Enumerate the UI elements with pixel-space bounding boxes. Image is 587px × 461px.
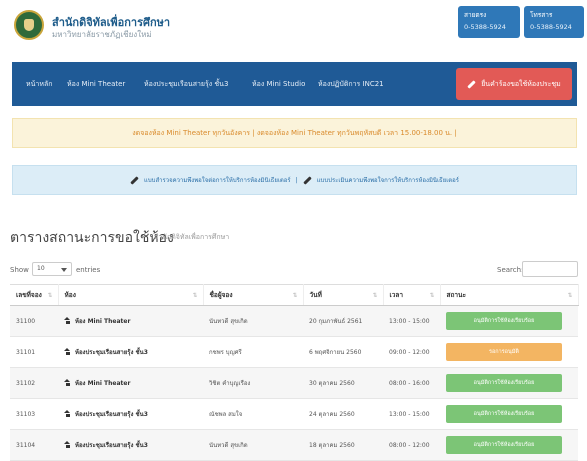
book-room-label: ยื่นคำร้องขอใช้ห้องประชุม bbox=[481, 79, 561, 88]
contact-fax-number: 0-5388-5924 bbox=[530, 23, 572, 31]
status-cell: อนุมัติการใช้ห้องเรียบร้อย bbox=[440, 398, 578, 430]
room-cell: ห้องประชุมเรือนสายรุ้ง ชั้น3 bbox=[58, 336, 203, 368]
contact-phone-button[interactable]: สายตรง 0-5388-5924 bbox=[458, 6, 520, 38]
booking-id: 31100 bbox=[10, 305, 58, 337]
contact-fax-button[interactable]: โทรสาร 0-5388-5924 bbox=[524, 6, 584, 38]
room-cell: ห้องประชุมเรือนสายรุ้ง ชั้น3 bbox=[58, 398, 203, 430]
search-label: Search: bbox=[497, 266, 524, 274]
entries-per-page-value: 10 bbox=[37, 265, 45, 272]
sort-icon: ⇅ bbox=[567, 292, 573, 299]
requester-name: ณัชพล สมใจ bbox=[203, 398, 303, 430]
nav-meeting-room[interactable]: ห้องประชุมเรือนสายรุ้ง ชั้น3 bbox=[144, 79, 228, 90]
status-cell: อนุมัติการใช้ห้องเรียบร้อย bbox=[440, 367, 578, 399]
column-header-name[interactable]: ชื่อผู้จอง ⇅ bbox=[203, 284, 304, 306]
booking-date: 24 ตุลาคม 2560 bbox=[303, 398, 383, 430]
requester-name: นันทวดี สุขเกิด bbox=[203, 305, 303, 337]
survey-link[interactable]: แบบสำรวจความพึงพอใจต่อการให้บริการห้องมิ… bbox=[144, 175, 291, 185]
room-cell: ห้อง Mini Theater bbox=[58, 367, 203, 399]
warning-alert-text: งดจองห้อง Mini Theater ทุกวันอังคาร | งด… bbox=[132, 128, 457, 137]
sort-icon: ⇅ bbox=[372, 292, 378, 299]
booking-status-table: เลขที่จอง ⇅ ห้อง ⇅ ชื่อผู้จอง ⇅ วันที่ ⇅ เวล… bbox=[10, 284, 579, 461]
pencil-icon bbox=[130, 175, 139, 185]
booking-id: 31104 bbox=[10, 429, 58, 461]
booking-id: 31102 bbox=[10, 367, 58, 399]
booking-time: 08:00 - 12:00 bbox=[383, 429, 440, 461]
status-badge[interactable]: รอการอนุมัติ bbox=[446, 343, 562, 361]
contact-phone-label: สายตรง bbox=[464, 11, 487, 19]
sort-icon: ⇅ bbox=[429, 292, 435, 299]
university-logo-icon[interactable] bbox=[14, 10, 44, 40]
table-header-row: เลขที่จอง ⇅ ห้อง ⇅ ชื่อผู้จอง ⇅ วันที่ ⇅ เวล… bbox=[10, 284, 579, 306]
booking-id: 31103 bbox=[10, 398, 58, 430]
entries-label: entries bbox=[76, 266, 101, 274]
status-badge[interactable]: อนุมัติการใช้ห้องเรียบร้อย bbox=[446, 312, 562, 330]
home-icon bbox=[64, 410, 71, 417]
pencil-icon bbox=[467, 79, 476, 89]
page-subtitle: สำนักดิจิทัลเพื่อการศึกษา bbox=[154, 233, 230, 241]
booking-time: 13:00 - 15:00 bbox=[383, 398, 440, 430]
home-icon bbox=[64, 348, 71, 355]
booking-date: 20 กุมภาพันธ์ 2561 bbox=[303, 305, 383, 337]
top-header: สำนักดิจิทัลเพื่อการศึกษา มหาวิทยาลัยราช… bbox=[0, 0, 587, 62]
requester-name: นันทวดี สุขเกิด bbox=[203, 429, 303, 461]
info-alert: แบบสำรวจความพึงพอใจต่อการให้บริการห้องมิ… bbox=[12, 165, 577, 195]
status-badge[interactable]: อนุมัติการใช้ห้องเรียบร้อย bbox=[446, 374, 562, 392]
column-header-status[interactable]: สถานะ ⇅ bbox=[440, 284, 579, 306]
info-separator: | bbox=[295, 176, 298, 184]
table-row[interactable]: 31104 ห้องประชุมเรือนสายรุ้ง ชั้น3 นันทว… bbox=[10, 429, 578, 461]
booking-time: 09:00 - 12:00 bbox=[383, 336, 440, 368]
nav-home[interactable]: หน้าหลัก bbox=[26, 79, 52, 90]
booking-time: 08:00 - 16:00 bbox=[383, 367, 440, 399]
column-header-id[interactable]: เลขที่จอง ⇅ bbox=[10, 284, 59, 306]
contact-fax-label: โทรสาร bbox=[530, 11, 553, 19]
requester-name: วิชิต คำบุญเรือง bbox=[203, 367, 303, 399]
contact-phone-number: 0-5388-5924 bbox=[464, 23, 506, 31]
status-cell: รอการอนุมัติ bbox=[440, 336, 578, 368]
table-row[interactable]: 31101 ห้องประชุมเรือนสายรุ้ง ชั้น3 กชพร … bbox=[10, 336, 578, 368]
booking-time: 13:00 - 15:00 bbox=[383, 305, 440, 337]
table-row[interactable]: 31102 ห้อง Mini Theater วิชิต คำบุญเรือง… bbox=[10, 367, 578, 399]
book-room-button[interactable]: ยื่นคำร้องขอใช้ห้องประชุม bbox=[456, 68, 572, 100]
requester-name: กชพร บุญศรี bbox=[203, 336, 303, 368]
org-subtitle: มหาวิทยาลัยราชภัฏเชียงใหม่ bbox=[52, 30, 152, 39]
status-cell: อนุมัติการใช้ห้องเรียบร้อย bbox=[440, 429, 578, 461]
booking-id: 31101 bbox=[10, 336, 58, 368]
entries-per-page-select[interactable]: 10 bbox=[32, 262, 72, 276]
booking-date: 18 ตุลาคม 2560 bbox=[303, 429, 383, 461]
column-header-date[interactable]: วันที่ ⇅ bbox=[303, 284, 384, 306]
show-label: Show bbox=[10, 266, 29, 274]
table-row[interactable]: 31100 ห้อง Mini Theater นันทวดี สุขเกิด … bbox=[10, 305, 578, 337]
column-header-room[interactable]: ห้อง ⇅ bbox=[58, 284, 204, 306]
sort-icon: ⇅ bbox=[192, 292, 198, 299]
evaluation-link[interactable]: แบบประเมินความพึงพอใจการให้บริการห้องมิน… bbox=[317, 175, 459, 185]
booking-date: 6 พฤศจิกายน 2560 bbox=[303, 336, 383, 368]
sort-icon: ⇅ bbox=[292, 292, 298, 299]
room-cell: ห้องประชุมเรือนสายรุ้ง ชั้น3 bbox=[58, 429, 203, 461]
page-title: ตารางสถานะการขอใช้ห้อง bbox=[10, 230, 174, 246]
column-header-time[interactable]: เวลา ⇅ bbox=[383, 284, 441, 306]
nav-mini-theater[interactable]: ห้อง Mini Theater bbox=[67, 79, 125, 90]
pencil-icon bbox=[302, 175, 312, 185]
sort-icon: ⇅ bbox=[47, 292, 53, 299]
nav-lab-inc21[interactable]: ห้องปฏิบัติการ INC21 bbox=[318, 79, 384, 90]
warning-alert: งดจองห้อง Mini Theater ทุกวันอังคาร | งด… bbox=[12, 118, 577, 148]
status-badge[interactable]: อนุมัติการใช้ห้องเรียบร้อย bbox=[446, 405, 562, 423]
main-navbar: หน้าหลัก ห้อง Mini Theater ห้องประชุมเรื… bbox=[12, 62, 577, 106]
room-cell: ห้อง Mini Theater bbox=[58, 305, 203, 337]
home-icon bbox=[64, 379, 71, 386]
status-cell: อนุมัติการใช้ห้องเรียบร้อย bbox=[440, 305, 578, 337]
status-badge[interactable]: อนุมัติการใช้ห้องเรียบร้อย bbox=[446, 436, 562, 454]
chevron-down-icon bbox=[61, 268, 67, 272]
booking-date: 30 ตุลาคม 2560 bbox=[303, 367, 383, 399]
search-input[interactable] bbox=[522, 261, 578, 277]
nav-mini-studio[interactable]: ห้อง Mini Studio bbox=[252, 79, 305, 90]
home-icon bbox=[64, 317, 71, 324]
table-row[interactable]: 31103 ห้องประชุมเรือนสายรุ้ง ชั้น3 ณัชพล… bbox=[10, 398, 578, 430]
